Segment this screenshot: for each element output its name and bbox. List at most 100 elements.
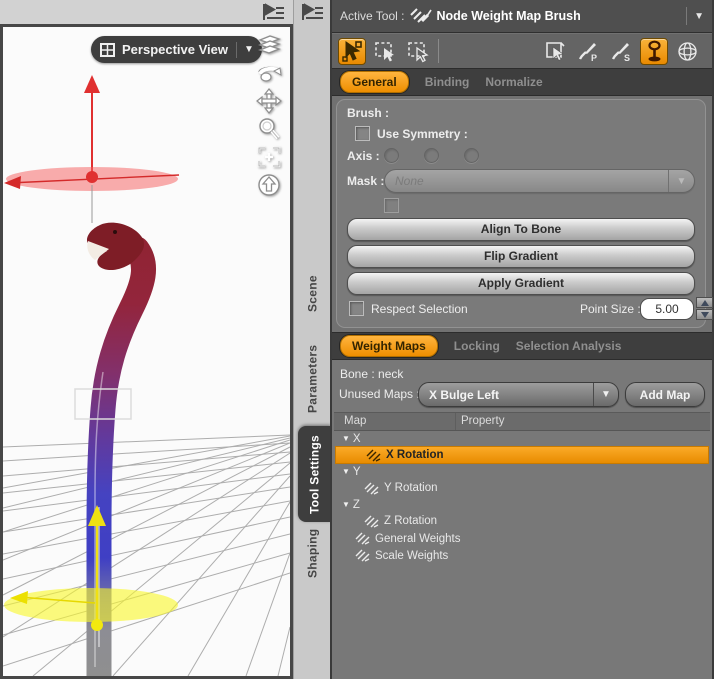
unused-maps-label: Unused Maps : <box>339 387 420 401</box>
tab-selection-analysis[interactable]: Selection Analysis <box>516 339 622 353</box>
add-map-button[interactable]: Add Map <box>625 382 705 407</box>
smooth-brush-button[interactable]: S <box>607 38 635 65</box>
geometry-selection-button[interactable] <box>541 38 569 65</box>
collapse-triangle-icon[interactable]: ▼ <box>342 434 350 443</box>
mask-dropdown[interactable]: None ▼ <box>384 169 695 193</box>
tree-item-z-rotation[interactable]: Z Rotation <box>334 512 710 530</box>
point-size-input[interactable] <box>640 298 694 320</box>
respect-selection-label: Respect Selection <box>371 302 468 316</box>
map-table-header: Map Property <box>334 412 710 431</box>
active-tool-name: Node Weight Map Brush <box>436 9 581 23</box>
tree-item-general-weights[interactable]: General Weights <box>334 530 710 547</box>
bone-gizmo-button[interactable] <box>640 37 668 65</box>
divider <box>236 41 237 58</box>
map-label: X Rotation <box>386 449 444 461</box>
tab-tool-settings[interactable]: Tool Settings <box>298 426 331 522</box>
map-label: General Weights <box>375 532 461 545</box>
column-property: Property <box>461 415 505 427</box>
collapse-triangle-icon[interactable]: ▼ <box>342 467 350 476</box>
point-size-up-button[interactable] <box>696 297 713 308</box>
brush-toolbar: P S <box>332 34 712 68</box>
map-label: Y Rotation <box>384 482 438 494</box>
pane-options-menu-icon[interactable] <box>299 2 325 22</box>
tree-group-z[interactable]: ▼ Z <box>334 497 710 512</box>
weight-brush-icon <box>410 8 433 23</box>
tree-item-x-rotation[interactable]: X Rotation <box>335 446 709 464</box>
translation-gizmo-red[interactable] <box>4 75 180 223</box>
tree-item-scale-weights[interactable]: Scale Weights <box>334 547 710 564</box>
point-size-label: Point Size : <box>580 302 641 316</box>
tree-item-y-rotation[interactable]: Y Rotation <box>334 479 710 497</box>
tab-binding[interactable]: Binding <box>425 75 470 89</box>
chevron-down-icon[interactable]: ▼ <box>244 44 254 55</box>
axis-x-radio[interactable] <box>384 148 399 163</box>
marquee-node-selection-button[interactable] <box>371 38 399 65</box>
flip-gradient-button[interactable]: Flip Gradient <box>347 245 695 268</box>
viewport-scene <box>3 75 290 676</box>
axis-z-radio[interactable] <box>464 148 479 163</box>
unused-maps-dropdown[interactable]: X Bulge Left ▼ <box>418 382 619 407</box>
tab-locking[interactable]: Locking <box>454 339 500 353</box>
orbit-icon[interactable] <box>254 60 284 86</box>
gradient-sphere-button[interactable] <box>673 38 701 65</box>
layers-icon[interactable] <box>254 32 284 58</box>
chevron-down-icon[interactable]: ▼ <box>694 11 704 22</box>
align-to-bone-button[interactable]: Align To Bone <box>347 218 695 241</box>
tab-parameters[interactable]: Parameters <box>297 334 328 424</box>
pan-icon[interactable] <box>254 88 284 114</box>
toolbar-separator <box>438 39 439 63</box>
map-label: Scale Weights <box>375 549 449 562</box>
active-tool-header: Active Tool : Node Weight Map Brush ▼ <box>332 0 712 33</box>
brush-label: Brush : <box>347 106 389 120</box>
pane-tab-strip: Scene Parameters Tool Settings Shaping <box>293 0 331 679</box>
frame-icon[interactable] <box>254 144 284 170</box>
mask-label: Mask : <box>347 174 385 188</box>
use-symmetry-checkbox[interactable] <box>355 126 370 141</box>
tab-scene[interactable]: Scene <box>297 262 328 326</box>
view-selector-label: Perspective View <box>122 42 228 57</box>
weight-map-icon <box>364 515 379 528</box>
mask-option-checkbox[interactable] <box>384 198 399 213</box>
apply-gradient-button[interactable]: Apply Gradient <box>347 272 695 295</box>
pane-options-menu-icon[interactable] <box>260 2 286 22</box>
map-label: Z Rotation <box>384 515 438 527</box>
group-label: X <box>352 432 361 445</box>
weight-map-icon <box>355 532 370 545</box>
divider <box>686 7 688 25</box>
tool-settings-panel: Active Tool : Node Weight Map Brush ▼ P … <box>330 0 714 679</box>
viewport-pane: Perspective View ▼ <box>0 0 293 679</box>
column-map: Map <box>344 415 367 427</box>
add-map-label: Add Map <box>639 387 691 402</box>
node-selection-tool-button[interactable] <box>338 37 366 65</box>
chevron-down-icon[interactable]: ▼ <box>668 170 694 192</box>
viewport-pane-header <box>0 0 293 24</box>
weight-maps-content: Bone : neck Unused Maps : X Bulge Left ▼… <box>332 360 712 679</box>
window-grid-icon <box>100 42 115 57</box>
tab-general[interactable]: General <box>340 71 409 93</box>
group-label: Y <box>352 465 361 478</box>
tree-group-x[interactable]: ▼ X <box>334 431 710 446</box>
view-selector[interactable]: Perspective View ▼ <box>91 36 262 63</box>
viewport-nav-controls <box>254 32 286 198</box>
chevron-down-icon[interactable]: ▼ <box>593 383 618 406</box>
unused-maps-value: X Bulge Left <box>429 387 500 402</box>
viewport-3d-canvas[interactable]: Perspective View ▼ <box>0 24 293 679</box>
general-tab-content: Brush : Use Symmetry : Axis : Mask : Non… <box>332 96 713 332</box>
tree-group-y[interactable]: ▼ Y <box>334 464 710 479</box>
rect-node-selection-button[interactable] <box>404 38 432 65</box>
use-symmetry-label: Use Symmetry : <box>377 127 468 141</box>
column-divider[interactable] <box>455 413 456 430</box>
tab-weight-maps[interactable]: Weight Maps <box>340 335 438 357</box>
tab-shaping[interactable]: Shaping <box>297 520 328 586</box>
collapse-triangle-icon[interactable]: ▼ <box>342 500 350 509</box>
paint-brush-button[interactable]: P <box>574 38 602 65</box>
point-size-down-button[interactable] <box>696 309 713 320</box>
tool-tab-bar: General Binding Normalize <box>332 68 712 96</box>
aim-icon[interactable] <box>254 172 284 198</box>
svg-text:S: S <box>624 53 630 63</box>
respect-selection-checkbox[interactable] <box>349 301 364 316</box>
axis-label: Axis : <box>347 149 380 163</box>
axis-y-radio[interactable] <box>424 148 439 163</box>
tab-normalize[interactable]: Normalize <box>485 75 542 89</box>
zoom-icon[interactable] <box>254 116 284 142</box>
